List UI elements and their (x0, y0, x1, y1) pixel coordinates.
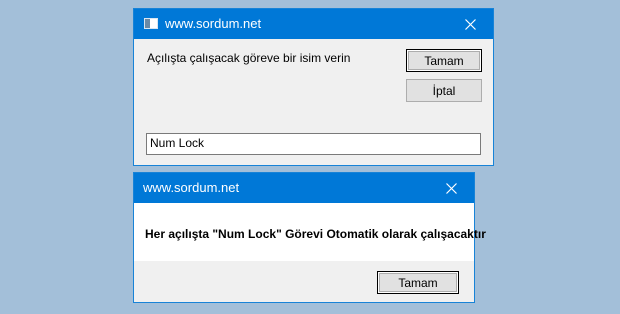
message-dialog: www.sordum.net Her açılışta "Num Lock" G… (133, 172, 486, 303)
message-text: Her açılışta "Num Lock" Görevi Otomatik … (145, 227, 486, 241)
close-icon (445, 182, 457, 194)
ok-button[interactable]: Tamam (406, 49, 482, 72)
app-icon (144, 18, 158, 29)
input-prompt: Açılışta çalışacak göreve bir isim verin (147, 51, 351, 65)
input-dialog-title: www.sordum.net (165, 16, 262, 31)
task-name-input[interactable]: Num Lock (146, 133, 481, 155)
message-body: Her açılışta "Num Lock" Görevi Otomatik … (134, 203, 486, 261)
input-dialog-close-button[interactable] (447, 9, 493, 39)
input-dialog-titlebar[interactable]: www.sordum.net (134, 9, 493, 39)
message-dialog-close-button[interactable] (428, 173, 474, 203)
message-dialog-title: www.sordum.net (143, 180, 240, 195)
close-icon (464, 18, 476, 30)
message-dialog-titlebar[interactable]: www.sordum.net (134, 173, 474, 203)
input-dialog: www.sordum.net Açılışta çalışacak göreve… (133, 8, 494, 166)
cancel-button[interactable]: İptal (406, 79, 482, 102)
message-ok-button[interactable]: Tamam (377, 271, 459, 294)
